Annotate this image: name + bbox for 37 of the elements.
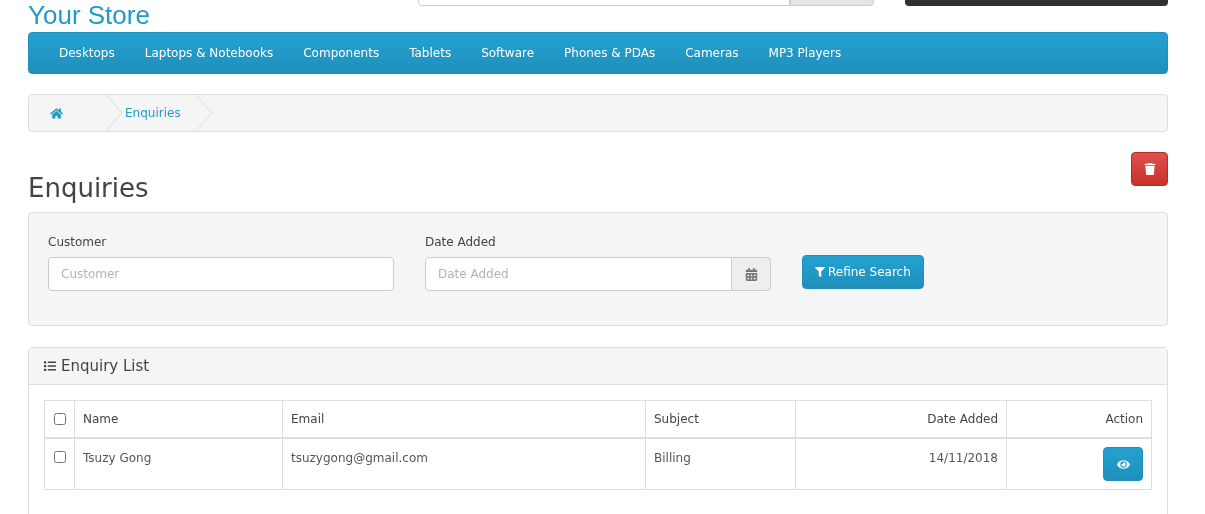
column-header: Name — [83, 411, 119, 428]
refine-search-button[interactable]: Refine Search — [802, 255, 924, 289]
table-cell-text: Tsuzy Gong — [83, 450, 152, 467]
date-field[interactable]: Date Added — [425, 257, 732, 291]
filter-icon — [815, 267, 825, 277]
table-cell-text: 14/11/2018 — [928, 450, 998, 467]
column-header: Email — [291, 411, 325, 428]
menu-item[interactable]: Desktops — [44, 44, 130, 62]
home-icon[interactable] — [50, 106, 63, 120]
field-label: Date Added — [425, 234, 497, 251]
trash-icon — [1143, 163, 1156, 175]
menu-item[interactable]: MP3 Players — [753, 44, 857, 62]
customer-field[interactable]: Customer — [48, 257, 394, 291]
column-header: Action — [1105, 411, 1143, 428]
delete-button[interactable] — [1131, 152, 1168, 186]
calendar-button[interactable] — [732, 257, 771, 291]
select-all-checkbox[interactable] — [53, 413, 66, 425]
table-cell-text: tsuzygong@gmail.com — [291, 450, 428, 467]
page-title: Enquiries — [28, 172, 149, 204]
menu-item[interactable]: Phones & PDAs — [549, 44, 671, 62]
menu-item[interactable]: Cameras — [670, 44, 754, 62]
store-logo[interactable]: Your Store — [28, 0, 150, 30]
menu-item[interactable]: Tablets — [394, 44, 467, 62]
field-label: Customer — [48, 234, 108, 251]
row-checkbox[interactable] — [53, 451, 66, 463]
view-button[interactable] — [1103, 447, 1143, 481]
eye-icon — [1116, 457, 1130, 471]
column-header: Date Added — [927, 411, 998, 428]
menu-item[interactable]: Laptops & Notebooks — [129, 44, 289, 62]
list-icon — [44, 360, 56, 372]
panel-title: Enquiry List — [61, 355, 150, 377]
calendar-icon — [744, 267, 758, 281]
table-cell-text: Billing — [654, 450, 691, 467]
column-header: Subject — [654, 411, 699, 428]
breadcrumb-link[interactable]: Enquiries — [125, 104, 181, 122]
menu-item[interactable]: Components — [288, 44, 395, 62]
menu-item[interactable]: Software — [466, 44, 550, 62]
